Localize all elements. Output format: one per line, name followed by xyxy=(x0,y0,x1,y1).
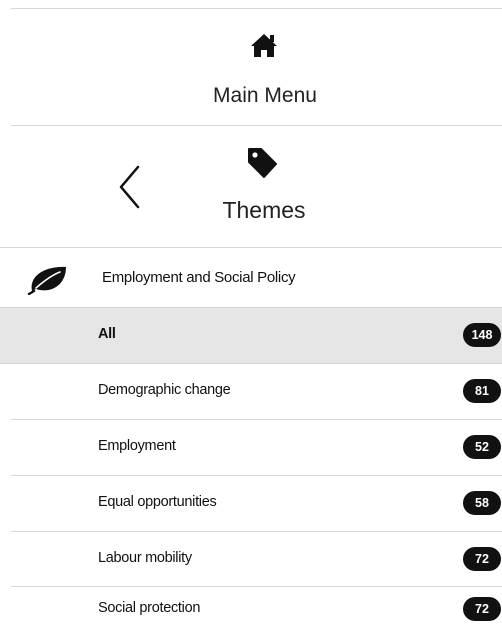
theme-item-social-protection[interactable]: Social protection 72 xyxy=(0,582,502,633)
item-label: Employment xyxy=(98,438,176,454)
count-badge: 81 xyxy=(463,379,501,403)
item-label: Labour mobility xyxy=(98,550,192,566)
leaf-icon xyxy=(27,266,66,295)
tag-icon xyxy=(248,148,277,178)
category-label: Employment and Social Policy xyxy=(102,269,296,286)
category-header: Employment and Social Policy xyxy=(0,249,502,307)
item-label: Social protection xyxy=(98,600,201,616)
theme-item-employment[interactable]: Employment 52 xyxy=(0,420,502,475)
themes-label: Themes xyxy=(222,197,306,223)
count-badge: 72 xyxy=(463,547,501,571)
item-label: Equal opportunities xyxy=(98,494,217,510)
count-badge: 148 xyxy=(463,323,501,347)
item-label: Demographic change xyxy=(98,382,231,398)
theme-item-demographic-change[interactable]: Demographic change 81 xyxy=(0,364,502,419)
home-icon xyxy=(251,34,277,57)
divider xyxy=(11,125,502,126)
theme-item-equal-opportunities[interactable]: Equal opportunities 58 xyxy=(0,476,502,531)
count-badge: 72 xyxy=(463,597,501,621)
item-label: All xyxy=(98,326,116,342)
count-badge: 58 xyxy=(463,491,501,515)
divider xyxy=(0,247,502,248)
theme-item-labour-mobility[interactable]: Labour mobility 72 xyxy=(0,532,502,587)
main-menu-label: Main Menu xyxy=(213,84,317,107)
current-section-header: Themes xyxy=(0,127,502,247)
count-badge: 52 xyxy=(463,435,501,459)
theme-item-all[interactable]: All 148 xyxy=(0,308,502,363)
main-menu-button[interactable]: Main Menu xyxy=(0,9,502,125)
